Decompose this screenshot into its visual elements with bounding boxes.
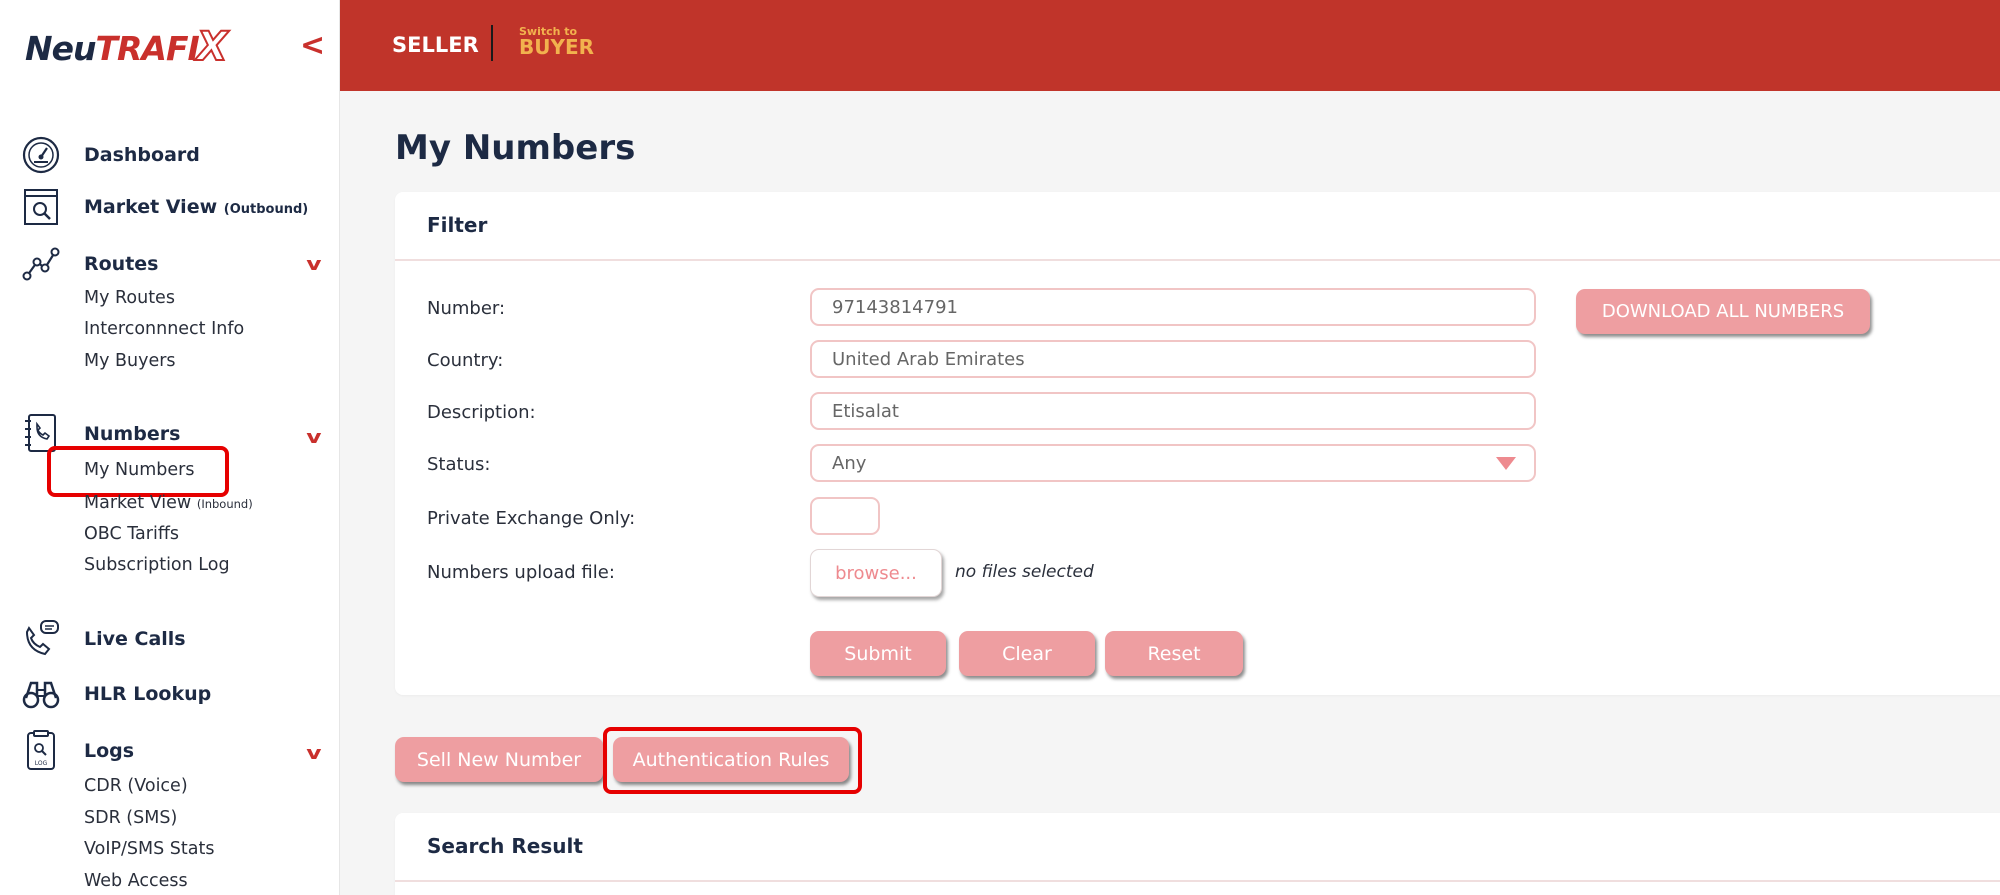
logs-expand-chevron-icon[interactable]: v: [306, 743, 321, 764]
nav-routes[interactable]: Routes: [20, 243, 159, 285]
authentication-rules-highlight-box: [603, 727, 862, 794]
sidebar-item-market-view-inbound[interactable]: Market View (Inbound): [84, 493, 253, 513]
number-input[interactable]: 97143814791: [810, 288, 1536, 326]
country-label: Country:: [427, 350, 504, 371]
numbers-upload-label: Numbers upload file:: [427, 562, 615, 583]
description-input[interactable]: Etisalat: [810, 392, 1536, 430]
reset-button[interactable]: Reset: [1105, 631, 1243, 676]
private-exchange-label: Private Exchange Only:: [427, 508, 636, 529]
search-result-card: Search Result: [395, 813, 2000, 895]
market-view-out-text: Market View: [84, 196, 218, 218]
log-file-icon: LOG: [20, 730, 62, 772]
clear-button[interactable]: Clear: [959, 631, 1095, 676]
dropdown-triangle-icon: [1496, 457, 1516, 470]
my-numbers-highlight-box: [47, 446, 229, 497]
nav-hlr-lookup-label: HLR Lookup: [84, 683, 212, 705]
nav-numbers-label: Numbers: [84, 423, 181, 445]
numbers-expand-chevron-icon[interactable]: v: [306, 427, 321, 448]
sidebar: NeuTRAFIX < Dashboard Market View (Outbo…: [0, 0, 340, 895]
market-view-out-suffix: (Outbound): [223, 202, 309, 217]
logo-text-trafi: TRAFI: [95, 29, 200, 68]
binoculars-icon: [20, 673, 62, 715]
no-files-selected-text: no files selected: [955, 562, 1094, 582]
number-label: Number:: [427, 298, 506, 319]
collapse-sidebar-button[interactable]: <: [300, 28, 325, 63]
sidebar-item-web-access[interactable]: Web Access: [84, 871, 188, 891]
nav-live-calls[interactable]: Live Calls: [20, 618, 186, 660]
sidebar-item-obc-tariffs[interactable]: OBC Tariffs: [84, 524, 179, 544]
sidebar-item-subscription-log[interactable]: Subscription Log: [84, 555, 230, 575]
market-view-in-suffix: (Inbound): [196, 497, 253, 511]
market-view-in-text: Market View: [84, 493, 192, 513]
phone-chat-icon: [20, 618, 62, 660]
search-result-title: Search Result: [427, 834, 583, 858]
sidebar-item-my-buyers[interactable]: My Buyers: [84, 351, 176, 371]
logo-x-mark: X: [196, 23, 229, 71]
status-label: Status:: [427, 454, 491, 475]
status-select-value: Any: [832, 452, 867, 474]
svg-text:LOG: LOG: [35, 760, 48, 767]
mode-separator: [491, 25, 493, 61]
sidebar-item-my-routes[interactable]: My Routes: [84, 288, 175, 308]
download-all-numbers-button[interactable]: DOWNLOAD ALL NUMBERS: [1576, 289, 1870, 334]
sell-new-number-button[interactable]: Sell New Number: [395, 737, 603, 782]
top-bar: SELLER Switch to BUYER: [340, 0, 2000, 91]
seller-mode-label: SELLER: [392, 33, 479, 57]
filter-divider: [395, 259, 2000, 261]
nav-routes-label: Routes: [84, 253, 159, 275]
sidebar-item-sdr-sms[interactable]: SDR (SMS): [84, 808, 177, 828]
filter-title: Filter: [427, 213, 488, 237]
page-title: My Numbers: [395, 128, 636, 168]
speedometer-icon: [20, 134, 62, 176]
routes-expand-chevron-icon[interactable]: v: [306, 254, 321, 275]
sidebar-item-cdr-voice[interactable]: CDR (Voice): [84, 776, 188, 796]
description-label: Description:: [427, 402, 536, 423]
status-select[interactable]: Any: [810, 444, 1536, 482]
nav-logs-label: Logs: [84, 740, 135, 762]
browse-file-button[interactable]: browse...: [810, 549, 942, 597]
search-result-divider: [395, 880, 2000, 882]
brand-logo[interactable]: NeuTRAFIX: [25, 23, 229, 71]
nav-dashboard-label: Dashboard: [84, 144, 200, 166]
storefront-icon: [20, 186, 62, 228]
nav-dashboard[interactable]: Dashboard: [20, 134, 200, 176]
nav-logs[interactable]: LOG Logs: [20, 730, 134, 772]
route-nodes-icon: [20, 243, 62, 285]
nav-live-calls-label: Live Calls: [84, 628, 186, 650]
submit-button[interactable]: Submit: [810, 631, 946, 676]
filter-card: Filter Number: 97143814791 Country: Unit…: [395, 192, 2000, 695]
nav-market-view-outbound-label: Market View (Outbound): [84, 196, 308, 218]
private-exchange-checkbox[interactable]: [810, 497, 880, 535]
sidebar-item-voip-sms-stats[interactable]: VoIP/SMS Stats: [84, 839, 214, 859]
country-input[interactable]: United Arab Emirates: [810, 340, 1536, 378]
sidebar-item-interconnect-info[interactable]: Interconnnect Info: [84, 319, 244, 339]
nav-hlr-lookup[interactable]: HLR Lookup: [20, 673, 211, 715]
logo-text-neu: Neu: [25, 29, 96, 68]
nav-market-view-outbound[interactable]: Market View (Outbound): [20, 186, 308, 228]
switch-to-buyer-link[interactable]: BUYER: [519, 35, 594, 59]
